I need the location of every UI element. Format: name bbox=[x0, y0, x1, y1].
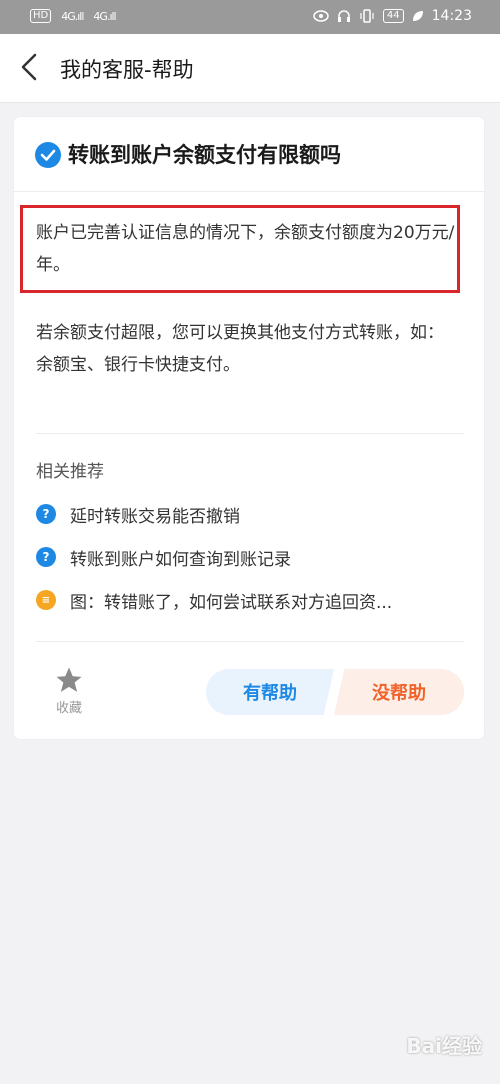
divider bbox=[36, 433, 464, 434]
favorite-label[interactable]: 收藏 bbox=[56, 697, 82, 716]
status-left: HD 4G.ıll 4G.ıll bbox=[30, 9, 117, 23]
question-title: 转账到账户余额支付有限额吗 bbox=[68, 143, 341, 167]
related-item-label: 延时转账交易能否撤销 bbox=[70, 506, 240, 527]
related-item[interactable]: ? 延时转账交易能否撤销 bbox=[36, 499, 466, 529]
page-title: 我的客服-帮助 bbox=[60, 58, 194, 82]
leaf-icon bbox=[412, 11, 423, 21]
question-icon: ? bbox=[36, 504, 56, 524]
battery-icon: 44 bbox=[382, 9, 404, 23]
related-item[interactable]: ? 转账到账户如何查询到账记录 bbox=[36, 542, 466, 572]
answer-paragraph-1: 账户已完善认证信息的情况下，余额支付额度为20万元/年。 bbox=[36, 223, 455, 275]
status-right: 44 14:23 bbox=[313, 8, 472, 24]
divider bbox=[36, 641, 464, 642]
check-circle-icon bbox=[35, 142, 61, 168]
status-time: 14:23 bbox=[431, 8, 472, 24]
help-card: 转账到账户余额支付有限额吗 账户已完善认证信息的情况下，余额支付额度为20万元/… bbox=[14, 117, 484, 739]
document-icon: ≡ bbox=[36, 590, 56, 610]
helpful-button[interactable]: 有帮助 bbox=[206, 669, 334, 715]
answer-paragraph-2: 若余额支付超限，您可以更换其他支付方式转账，如：余额宝、银行卡快捷支付。 bbox=[36, 323, 444, 375]
signal-icon-2: 4G.ıll bbox=[93, 9, 116, 23]
header-bar: 我的客服-帮助 bbox=[0, 34, 500, 103]
vibrate-icon bbox=[360, 9, 374, 23]
related-item-label: 转账到账户如何查询到账记录 bbox=[70, 549, 291, 570]
hd-badge: HD bbox=[30, 9, 52, 23]
question-icon: ? bbox=[36, 547, 56, 567]
signal-icon-1: 4G.ıll bbox=[61, 9, 84, 23]
back-icon[interactable] bbox=[18, 52, 42, 82]
star-icon[interactable] bbox=[54, 665, 84, 695]
status-bar: HD 4G.ıll 4G.ıll 44 14:23 bbox=[0, 0, 500, 34]
headphones-icon bbox=[337, 10, 350, 22]
related-item-label: 图：转错账了，如何尝试联系对方追回资... bbox=[70, 592, 393, 613]
divider bbox=[14, 191, 484, 192]
eye-icon bbox=[313, 10, 329, 22]
not-helpful-button[interactable]: 没帮助 bbox=[334, 669, 464, 715]
watermark: Bai经验 bbox=[406, 1034, 482, 1058]
related-title: 相关推荐 bbox=[36, 462, 104, 482]
related-item[interactable]: ≡ 图：转错账了，如何尝试联系对方追回资... bbox=[36, 585, 466, 615]
